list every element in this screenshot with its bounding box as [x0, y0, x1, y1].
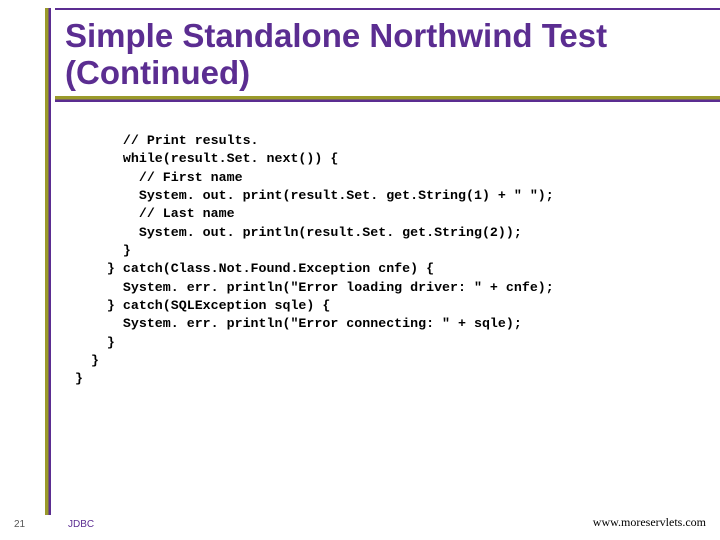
- top-divider: [55, 8, 720, 10]
- code-block: // Print results. while(result.Set. next…: [75, 132, 705, 389]
- footer-right-url: www.moreservlets.com: [593, 515, 706, 530]
- slide-number: 21: [14, 519, 25, 530]
- footer-left-text: JDBC: [68, 519, 94, 530]
- left-accent-bar: [45, 8, 51, 515]
- slide-title: Simple Standalone Northwind Test (Contin…: [65, 18, 690, 92]
- title-underline: [55, 96, 720, 102]
